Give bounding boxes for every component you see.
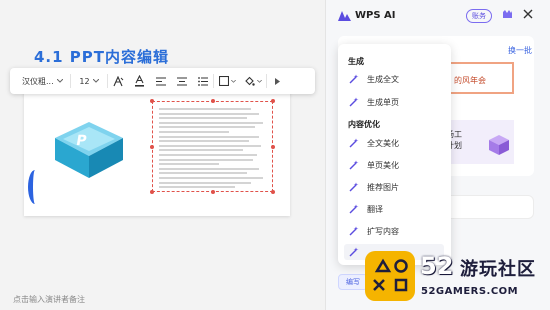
resize-handle[interactable] <box>150 190 154 194</box>
text-line <box>159 117 247 120</box>
text-line <box>159 154 257 156</box>
text-line <box>159 163 219 166</box>
fill-button[interactable] <box>240 68 266 94</box>
text-line <box>159 172 247 175</box>
text-line <box>159 144 261 147</box>
magic-wand-icon <box>349 204 359 214</box>
more-button[interactable] <box>267 68 288 94</box>
watermark-url: 52GAMERS.COM <box>421 286 519 297</box>
text-line <box>159 112 259 115</box>
resize-handle[interactable] <box>150 145 154 149</box>
selected-textbox[interactable] <box>150 99 275 194</box>
magic-wand-icon <box>349 74 359 84</box>
chevron-down-icon <box>230 79 236 83</box>
font-family-select[interactable]: 汉仪粗... <box>10 68 70 94</box>
align-center-icon <box>176 76 187 86</box>
keyboard-key-image: P <box>55 122 123 178</box>
border-icon <box>218 76 229 86</box>
menu-item-label: 扩写内容 <box>367 226 399 236</box>
resize-handle[interactable] <box>271 99 275 103</box>
align-center-button[interactable] <box>171 68 192 94</box>
fill-icon <box>245 76 255 86</box>
more-icon <box>275 77 280 85</box>
gamepad-logo-icon <box>365 251 415 301</box>
font-size-select[interactable]: 12 <box>71 68 107 94</box>
text-line <box>159 126 255 129</box>
resize-handle[interactable] <box>211 190 215 194</box>
magic-wand-icon <box>349 182 359 192</box>
border-button[interactable] <box>214 68 240 94</box>
chevron-down-icon <box>92 79 99 83</box>
text-line <box>159 135 259 138</box>
watermark-number: 52 <box>420 252 454 280</box>
magic-wand-icon <box>349 138 359 148</box>
menu-item-generate-full[interactable]: 生成全文 <box>344 69 444 89</box>
text-line <box>159 158 253 161</box>
floating-text-toolbar: 汉仪粗... 12 <box>10 68 315 94</box>
list-button[interactable] <box>192 68 213 94</box>
align-left-button[interactable] <box>150 68 171 94</box>
font-color-button[interactable] <box>129 68 150 94</box>
text-clear-icon <box>113 75 124 86</box>
font-family-value: 汉仪粗... <box>22 76 54 86</box>
menu-item-translate[interactable]: 翻译 <box>344 199 444 219</box>
text-line <box>159 149 243 152</box>
menu-item-expand-content[interactable]: 扩写内容 <box>344 221 444 241</box>
resize-handle[interactable] <box>271 145 275 149</box>
slide-editor: 4.1 PPT内容编辑 P 汉仪粗... 12 点击输入演讲者备注 <box>0 0 325 310</box>
font-color-icon <box>135 75 144 87</box>
speaker-notes-input[interactable]: 点击输入演讲者备注 <box>13 294 85 305</box>
text-line <box>159 131 229 133</box>
menu-item-label: 单页美化 <box>367 160 399 170</box>
menu-item-recommend-images[interactable]: 推荐图片 <box>344 177 444 197</box>
chevron-down-icon <box>257 79 262 83</box>
menu-section-generate: 生成 <box>348 57 364 66</box>
menu-section-optimize: 内容优化 <box>348 120 380 129</box>
menu-item-label: 生成全文 <box>367 74 399 84</box>
template-thumbnail[interactable]: 的风年会 <box>444 62 514 94</box>
align-left-icon <box>155 76 166 86</box>
menu-item-beautify-page[interactable]: 单页美化 <box>344 155 444 175</box>
menu-item-beautify-full[interactable]: 全文美化 <box>344 133 444 153</box>
account-button[interactable]: 账务 <box>466 9 492 23</box>
menu-item-label: 翻译 <box>367 204 383 214</box>
chevron-down-icon <box>56 79 63 83</box>
resize-handle[interactable] <box>211 99 215 103</box>
close-icon[interactable] <box>523 9 533 19</box>
text-line <box>159 121 263 124</box>
text-line <box>159 177 263 179</box>
slide-title: 4.1 PPT内容编辑 <box>34 48 170 66</box>
clear-format-button[interactable] <box>108 68 129 94</box>
watermark-name: 游玩社区 <box>460 259 536 280</box>
resize-handle[interactable] <box>150 99 154 103</box>
menu-item-generate-page[interactable]: 生成单页 <box>344 92 444 112</box>
text-line <box>159 181 251 184</box>
magic-wand-icon <box>349 160 359 170</box>
cube-icon <box>489 135 509 155</box>
list-icon <box>197 76 208 86</box>
menu-item-label: 生成单页 <box>367 97 399 107</box>
wps-ai-logo-icon <box>338 11 351 21</box>
bulb-icon[interactable] <box>501 8 514 21</box>
text-line <box>159 108 251 110</box>
resize-handle[interactable] <box>271 190 275 194</box>
font-size-value: 12 <box>79 76 90 86</box>
text-line <box>159 167 259 170</box>
menu-item-label: 全文美化 <box>367 138 399 148</box>
text-line <box>159 140 249 143</box>
menu-item-label: 推荐图片 <box>367 182 399 192</box>
magic-wand-icon <box>349 226 359 236</box>
magic-wand-icon <box>349 97 359 107</box>
swap-batch-link[interactable]: 换一批 <box>508 45 532 56</box>
template-thumbnail[interactable]: 场工 计划 <box>444 120 514 164</box>
template-thumbnail-title: 的风年会 <box>454 76 486 85</box>
site-watermark: 52 游玩社区 52GAMERS.COM <box>358 245 550 310</box>
decorative-arc <box>28 170 42 204</box>
text-line <box>159 186 235 189</box>
ai-action-menu: 生成 生成全文 生成单页 内容优化 全文美化 单页美化 推荐图片 翻译 扩写内容 <box>338 44 451 265</box>
panel-header: WPS AI 账务 <box>326 0 550 32</box>
panel-title: WPS AI <box>355 10 396 21</box>
